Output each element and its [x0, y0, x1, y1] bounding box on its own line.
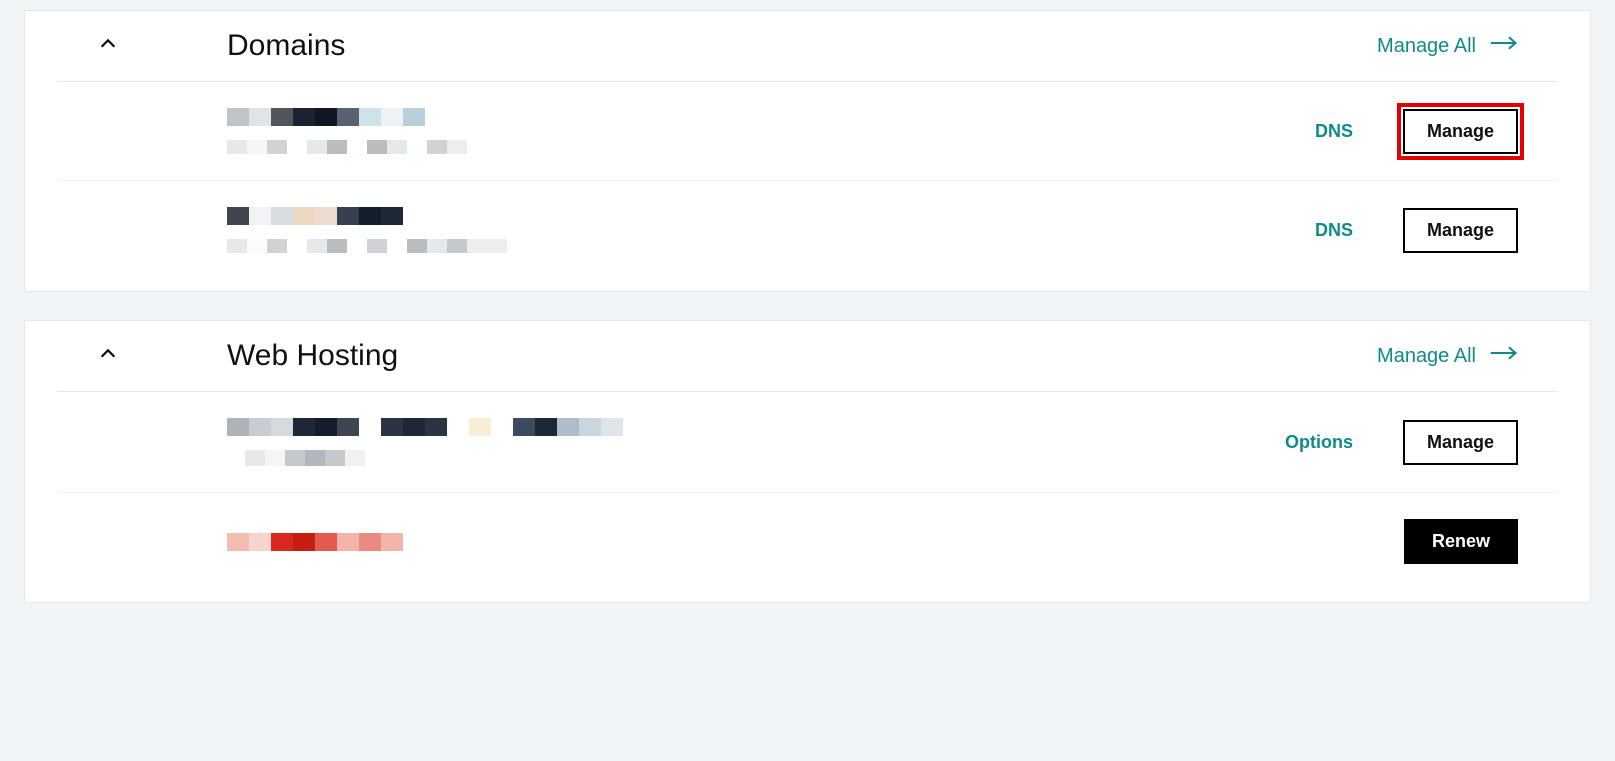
section-title-hosting: Web Hosting — [157, 339, 1377, 373]
renew-button[interactable]: Renew — [1404, 519, 1518, 564]
domain-row-actions: DNS Manage — [1315, 109, 1518, 154]
dns-link[interactable]: DNS — [1315, 220, 1353, 241]
domains-header: Domains Manage All — [57, 11, 1558, 82]
arrow-right-icon — [1490, 344, 1518, 368]
hosting-row-actions: Renew — [1404, 519, 1518, 564]
domain-row-actions: DNS Manage — [1315, 208, 1518, 253]
domains-panel: Domains Manage All DNS Manage — [24, 10, 1591, 292]
manage-all-hosting-label: Manage All — [1377, 345, 1476, 368]
redacted-domain-name — [227, 207, 1315, 225]
domain-row: DNS Manage — [57, 181, 1558, 279]
redacted-hosting-meta — [227, 450, 1285, 466]
redacted-domain-name — [227, 108, 1315, 126]
redacted-hosting-expired — [227, 533, 1404, 551]
hosting-row-actions: Options Manage — [1285, 420, 1518, 465]
hosting-row: Options Manage — [57, 392, 1558, 493]
domain-row: DNS Manage — [57, 82, 1558, 181]
manage-all-domains-link[interactable]: Manage All — [1377, 34, 1518, 58]
web-hosting-header: Web Hosting Manage All — [57, 321, 1558, 392]
manage-all-hosting-link[interactable]: Manage All — [1377, 344, 1518, 368]
domain-info — [97, 207, 1315, 253]
hosting-info — [97, 418, 1285, 466]
collapse-toggle-domains[interactable] — [97, 33, 157, 60]
dns-link[interactable]: DNS — [1315, 121, 1353, 142]
hosting-row: Renew — [57, 493, 1558, 590]
arrow-right-icon — [1490, 34, 1518, 58]
section-title-domains: Domains — [157, 29, 1377, 63]
hosting-info — [97, 533, 1404, 551]
options-link[interactable]: Options — [1285, 432, 1353, 453]
redacted-hosting-name — [227, 418, 1285, 436]
redacted-domain-meta — [227, 239, 1315, 253]
manage-hosting-button[interactable]: Manage — [1403, 420, 1518, 465]
manage-domain-button[interactable]: Manage — [1403, 208, 1518, 253]
domain-info — [97, 108, 1315, 154]
chevron-up-icon — [97, 33, 119, 60]
chevron-up-icon — [97, 343, 119, 370]
manage-domain-button[interactable]: Manage — [1403, 109, 1518, 154]
collapse-toggle-hosting[interactable] — [97, 343, 157, 370]
manage-all-domains-label: Manage All — [1377, 35, 1476, 58]
redacted-domain-meta — [227, 140, 1315, 154]
web-hosting-panel: Web Hosting Manage All Options Manage — [24, 320, 1591, 603]
